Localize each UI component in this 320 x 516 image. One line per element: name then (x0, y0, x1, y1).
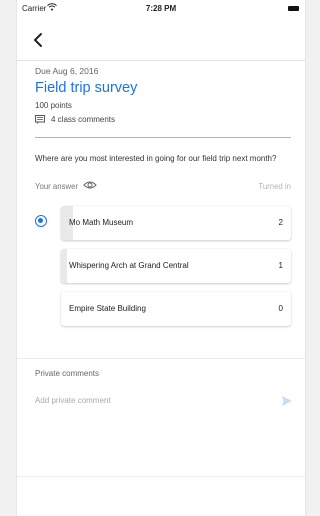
answer-header: Your answer Turned in (35, 180, 291, 196)
private-comments-title: Private comments (35, 369, 100, 378)
turned-in-status: Turned in (258, 182, 291, 191)
bottom-divider (17, 476, 305, 477)
vote-share-bar (61, 249, 67, 283)
comment-icon (35, 115, 45, 124)
option-card[interactable]: Whispering Arch at Grand Central 1 (61, 249, 291, 283)
radio-dot (38, 218, 43, 223)
send-icon[interactable] (281, 394, 293, 412)
status-bar: Carrier 7:28 PM (17, 0, 305, 20)
your-answer-label: Your answer (35, 182, 79, 191)
points-label: 100 points (35, 101, 72, 110)
question-text: Where are you most interested in going f… (35, 154, 277, 163)
answer-options: Mo Math Museum 2 Whispering Arch at Gran… (35, 206, 291, 326)
arrow-left-icon (34, 33, 42, 47)
option-card[interactable]: Empire State Building 0 (61, 292, 291, 326)
answer-option[interactable]: Empire State Building 0 (35, 292, 291, 326)
clock-label: 7:28 PM (145, 4, 177, 13)
top-nav-bar (17, 20, 305, 61)
section-divider (35, 137, 291, 138)
option-label: Whispering Arch at Grand Central (69, 261, 189, 270)
battery-icon (288, 6, 299, 11)
option-label: Empire State Building (69, 304, 146, 313)
assignment-title: Field trip survey (35, 80, 138, 96)
option-count: 1 (278, 261, 283, 270)
private-comments-section: Private comments Add private comment (17, 358, 305, 410)
radio-selected[interactable] (35, 215, 47, 227)
class-comments-label: 4 class comments (51, 115, 116, 124)
back-button[interactable] (29, 30, 49, 50)
private-comment-input[interactable]: Add private comment (17, 394, 305, 410)
option-count: 0 (278, 304, 283, 313)
eye-icon[interactable] (83, 180, 97, 192)
answer-option[interactable]: Whispering Arch at Grand Central 1 (35, 249, 291, 283)
due-date: Due Aug 6, 2016 (35, 66, 99, 76)
option-count: 2 (278, 218, 283, 227)
assignment-details: Due Aug 6, 2016 Field trip survey 100 po… (35, 64, 291, 335)
option-label: Mo Math Museum (69, 218, 134, 227)
answer-option[interactable]: Mo Math Museum 2 (35, 206, 291, 240)
private-comment-placeholder: Add private comment (35, 396, 111, 405)
class-comments-link[interactable]: 4 class comments (35, 115, 291, 124)
phone-screen: Carrier 7:28 PM Due Aug 6, 2016 Field tr… (16, 0, 306, 516)
option-card[interactable]: Mo Math Museum 2 (61, 206, 291, 240)
